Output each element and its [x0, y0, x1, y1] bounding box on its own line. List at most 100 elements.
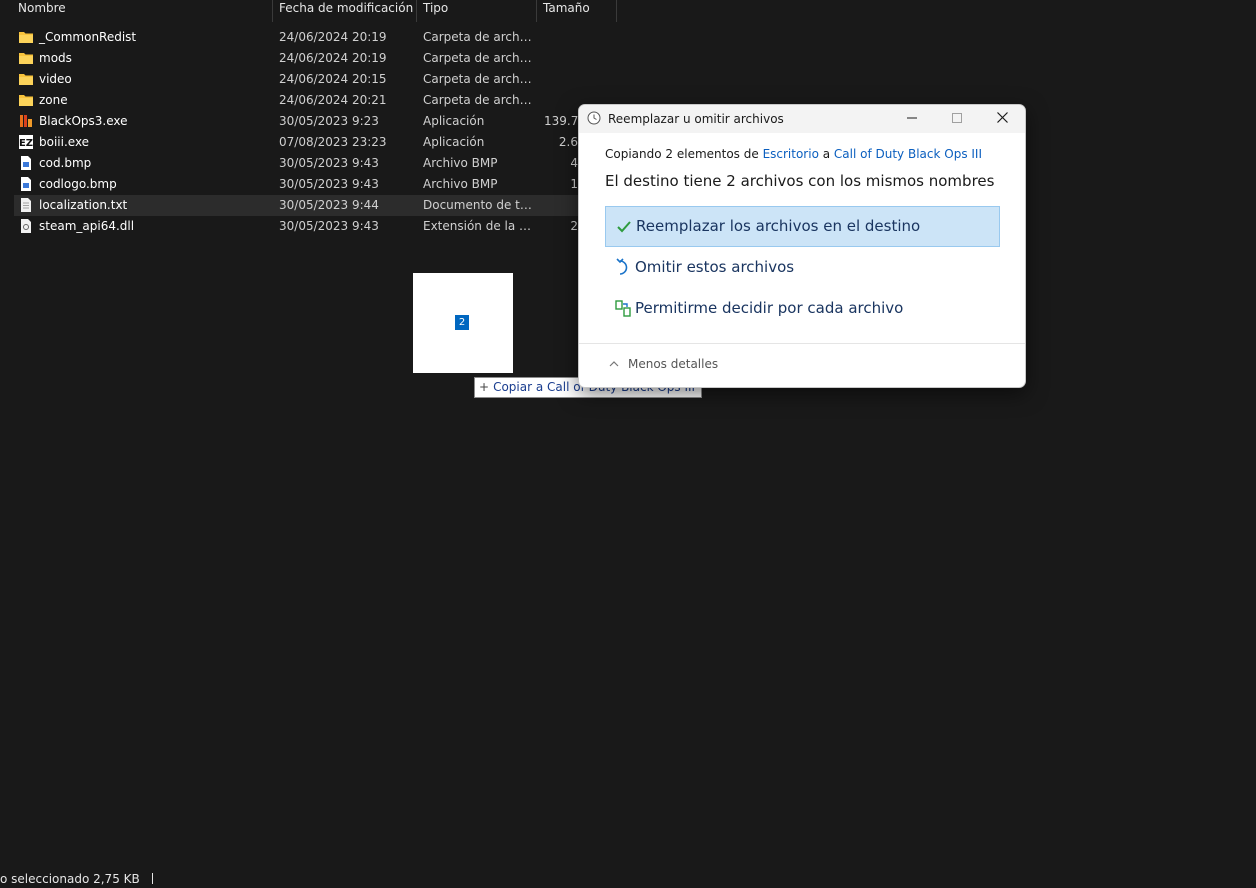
- file-modified: 24/06/2024 20:21: [279, 93, 387, 107]
- copy-mid: a: [818, 147, 834, 161]
- file-size: 2: [570, 219, 578, 233]
- file-size: 139.7: [544, 114, 578, 128]
- file-size: 1: [570, 177, 578, 191]
- file-type: Carpeta de archivos: [423, 93, 533, 107]
- replace-files-option[interactable]: Reemplazar los archivos en el destino: [605, 206, 1000, 247]
- file-type: Extensión de la ap...: [423, 219, 533, 233]
- minimize-icon: [907, 117, 917, 119]
- file-type: Documento de te...: [423, 198, 533, 212]
- file-row[interactable]: codlogo.bmp 30/05/2023 9:43 Archivo BMP 1: [14, 174, 624, 195]
- file-modified: 30/05/2023 9:43: [279, 177, 379, 191]
- file-type: Archivo BMP: [423, 177, 498, 191]
- file-type: Carpeta de archivos: [423, 51, 533, 65]
- file-type: Carpeta de archivos: [423, 72, 533, 86]
- file-modified: 24/06/2024 20:15: [279, 72, 387, 86]
- folder-icon: [18, 51, 34, 65]
- minimize-button[interactable]: [889, 105, 935, 133]
- close-icon: [996, 112, 1008, 123]
- file-name: steam_api64.dll: [39, 219, 135, 233]
- file-modified: 30/05/2023 9:43: [279, 156, 379, 170]
- column-name-header[interactable]: Nombre: [18, 0, 66, 22]
- folder-icon: [18, 30, 34, 44]
- less-details-toggle[interactable]: Menos detalles: [609, 357, 718, 371]
- file-name: localization.txt: [39, 198, 128, 212]
- column-type-header[interactable]: Tipo: [423, 0, 448, 22]
- text-file-icon: [18, 198, 34, 212]
- column-divider[interactable]: [272, 0, 273, 22]
- image-file-icon: [18, 156, 34, 170]
- file-row[interactable]: _CommonRedist 24/06/2024 20:19 Carpeta de …: [14, 27, 624, 48]
- plus-icon: +: [479, 380, 490, 394]
- skip-files-option[interactable]: Omitir estos archivos: [605, 248, 998, 287]
- dialog-divider: [579, 343, 1025, 344]
- drag-count-badge: 2: [455, 315, 469, 330]
- file-row[interactable]: BlackOps3.exe 30/05/2023 9:23 Aplicación 13…: [14, 111, 624, 132]
- file-name: boiii.exe: [39, 135, 90, 149]
- file-modified: 24/06/2024 20:19: [279, 30, 387, 44]
- file-row[interactable]: EZ boiii.exe 07/08/2023 23:23 Aplicación 2.6: [14, 132, 624, 153]
- boiii-app-icon: EZ: [18, 135, 34, 149]
- file-name: codlogo.bmp: [39, 177, 117, 191]
- dialog-title: Reemplazar u omitir archivos: [608, 112, 784, 126]
- status-cursor: [151, 873, 153, 884]
- column-header-bar: Nombre Fecha de modificación Tipo Tamaño: [0, 0, 1256, 22]
- undo-arrow-icon: [616, 258, 628, 275]
- file-row[interactable]: mods 24/06/2024 20:19 Carpeta de archivos: [14, 48, 624, 69]
- folder-icon: [18, 72, 34, 86]
- less-details-label: Menos detalles: [628, 357, 719, 371]
- file-type: Aplicación: [423, 114, 485, 128]
- file-size: 4: [570, 156, 578, 170]
- file-name: video: [39, 72, 72, 86]
- image-file-icon: [18, 177, 34, 191]
- file-modified: 30/05/2023 9:43: [279, 219, 379, 233]
- clock-icon: [587, 111, 601, 125]
- column-modified-header[interactable]: Fecha de modificación: [279, 0, 413, 22]
- maximize-button[interactable]: [934, 105, 980, 133]
- svg-text:EZ: EZ: [19, 138, 33, 149]
- compare-files-icon: [615, 300, 631, 317]
- maximize-icon: [952, 113, 962, 123]
- file-row[interactable]: localization.txt 30/05/2023 9:44 Documento…: [14, 195, 614, 216]
- dialog-title-bar[interactable]: Reemplazar u omitir archivos: [579, 105, 1025, 133]
- replace-files-label: Reemplazar los archivos en el destino: [636, 217, 921, 235]
- column-divider[interactable]: [536, 0, 537, 22]
- source-link[interactable]: Escritorio: [763, 147, 819, 161]
- destination-link[interactable]: Call of Duty Black Ops III: [834, 147, 982, 161]
- file-name: cod.bmp: [39, 156, 92, 170]
- file-modified: 30/05/2023 9:44: [279, 198, 379, 212]
- file-row[interactable]: steam_api64.dll 30/05/2023 9:43 Extensión …: [14, 216, 624, 237]
- decide-each-option[interactable]: Permitirme decidir por cada archivo: [605, 289, 998, 328]
- dll-file-icon: [18, 219, 34, 233]
- close-button[interactable]: [979, 105, 1025, 133]
- decide-each-label: Permitirme decidir por cada archivo: [635, 299, 904, 317]
- copy-prefix: Copiando 2 elementos de: [605, 147, 763, 161]
- replace-skip-dialog: Reemplazar u omitir archivos Copiando 2 …: [578, 104, 1026, 388]
- file-name: _CommonRedist: [39, 30, 137, 44]
- file-size: 2.6: [558, 135, 578, 149]
- file-type: Archivo BMP: [423, 156, 498, 170]
- conflict-heading: El destino tiene 2 archivos con los mism…: [605, 172, 995, 190]
- file-modified: 07/08/2023 23:23: [279, 135, 387, 149]
- skip-files-label: Omitir estos archivos: [635, 258, 795, 276]
- blackops-app-icon: [18, 114, 34, 128]
- copy-progress-text: Copiando 2 elementos de Escritorio a Cal…: [605, 147, 982, 161]
- drag-preview: 2: [413, 273, 513, 373]
- file-modified: 24/06/2024 20:19: [279, 51, 387, 65]
- file-type: Carpeta de archivos: [423, 30, 533, 44]
- file-name: BlackOps3.exe: [39, 114, 128, 128]
- file-row[interactable]: zone 24/06/2024 20:21 Carpeta de archivos: [14, 90, 624, 111]
- file-modified: 30/05/2023 9:23: [279, 114, 379, 128]
- folder-icon: [18, 93, 34, 107]
- file-name: zone: [39, 93, 68, 107]
- status-bar: o seleccionado 2,75 KB: [0, 872, 1256, 888]
- column-divider[interactable]: [616, 0, 617, 22]
- checkmark-icon: [617, 221, 631, 233]
- file-type: Aplicación: [423, 135, 485, 149]
- chevron-up-icon: [609, 361, 619, 367]
- file-row[interactable]: video 24/06/2024 20:15 Carpeta de archivos: [14, 69, 624, 90]
- file-name: mods: [39, 51, 72, 65]
- column-size-header[interactable]: Tamaño: [543, 0, 590, 22]
- status-text: o seleccionado 2,75 KB: [0, 872, 140, 886]
- column-divider[interactable]: [416, 0, 417, 22]
- file-row[interactable]: cod.bmp 30/05/2023 9:43 Archivo BMP 4: [14, 153, 624, 174]
